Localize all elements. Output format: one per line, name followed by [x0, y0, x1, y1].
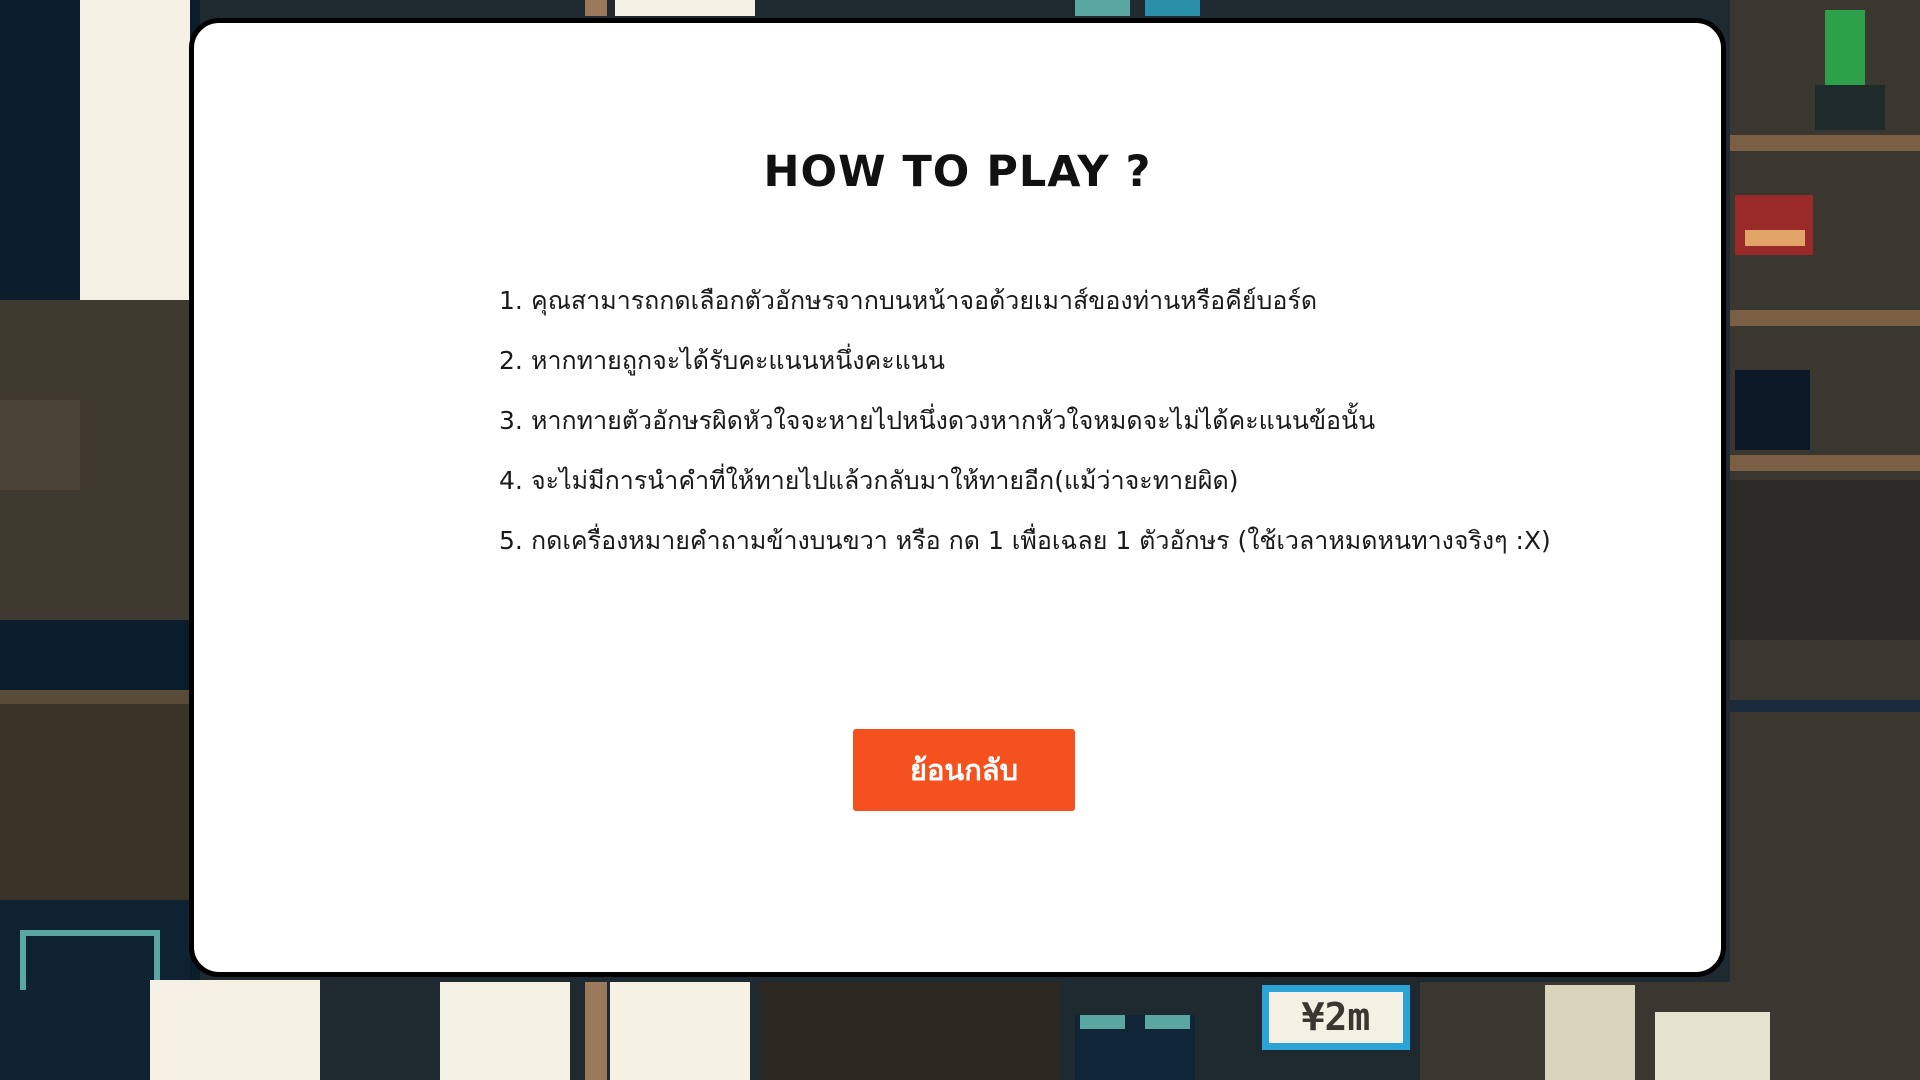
- shelf-plank-1: [1730, 135, 1920, 151]
- white-block-bottom-left: [150, 980, 320, 1080]
- how-to-play-dialog: HOW TO PLAY ? 1. คุณสามารถกดเลือกตัวอักษ…: [189, 18, 1726, 977]
- shelf-box-tan: [1745, 230, 1805, 246]
- top-white-panel: [615, 0, 755, 16]
- teal-stool-1: [1080, 1015, 1125, 1029]
- rules-list: 1. คุณสามารถกดเลือกตัวอักษรจากบนหน้าจอด้…: [499, 271, 1551, 571]
- rule-text: กดเครื่องหมายคำถามข้างบนขวา หรือ กด 1 เพ…: [531, 526, 1551, 555]
- rule-text: หากทายถูกจะได้รับคะแนนหนึ่งคะแนน: [531, 346, 945, 375]
- rule-text: จะไม่มีการนำคำที่ให้ทายไปแล้วกลับมาให้ทา…: [531, 466, 1239, 495]
- teal-rail-left: [20, 930, 160, 990]
- counter-right-stripe: [1730, 700, 1920, 712]
- shelf-plank-3: [1730, 455, 1920, 471]
- rule-number: 3.: [499, 406, 523, 435]
- counter-left-stripe: [0, 690, 190, 704]
- top-teal-tile-2: [1145, 0, 1200, 16]
- pixel-art-background: ¥2m HOW TO PLAY ? 1. คุณสามารถกดเลือกตัว…: [0, 0, 1920, 1080]
- plant-pot: [1815, 85, 1885, 130]
- rule-number: 4.: [499, 466, 523, 495]
- back-button[interactable]: ย้อนกลับ: [853, 729, 1075, 811]
- shelf-left-panel: [0, 400, 80, 490]
- teal-stool-2: [1145, 1015, 1190, 1029]
- shelf-box-red: [1735, 195, 1813, 255]
- bottom-wood-post: [585, 982, 607, 1080]
- rule-item: 4. จะไม่มีการนำคำที่ให้ทายไปแล้วกลับมาให…: [499, 451, 1551, 511]
- counter-right: [1730, 480, 1920, 640]
- top-wood-post: [585, 0, 607, 16]
- bottom-dark-shop: [760, 982, 1060, 1080]
- dialog-title: HOW TO PLAY ?: [763, 147, 1152, 197]
- price-sign-label: ¥2m: [1269, 992, 1403, 1043]
- bottom-right-poster: [1545, 985, 1635, 1080]
- bottom-right-sign: [1655, 1012, 1770, 1080]
- bottom-white-panel: [440, 982, 570, 1080]
- shelf-dark-box: [1735, 370, 1810, 450]
- rule-text: หากทายตัวอักษรผิดหัวใจจะหายไปหนึ่งดวงหาก…: [531, 406, 1376, 435]
- rule-item: 1. คุณสามารถกดเลือกตัวอักษรจากบนหน้าจอด้…: [499, 271, 1551, 331]
- price-sign: ¥2m: [1262, 985, 1410, 1050]
- bottom-white-panel-2: [610, 982, 750, 1080]
- rule-item: 3. หากทายตัวอักษรผิดหัวใจจะหายไปหนึ่งดวง…: [499, 391, 1551, 451]
- shelf-plank-2: [1730, 310, 1920, 326]
- rule-item: 5. กดเครื่องหมายคำถามข้างบนขวา หรือ กด 1…: [499, 511, 1551, 571]
- rule-number: 1.: [499, 286, 523, 315]
- white-wall-left: [80, 0, 190, 300]
- rule-text: คุณสามารถกดเลือกตัวอักษรจากบนหน้าจอด้วยเ…: [531, 286, 1318, 315]
- rule-item: 2. หากทายถูกจะได้รับคะแนนหนึ่งคะแนน: [499, 331, 1551, 391]
- rule-number: 5.: [499, 526, 523, 555]
- counter-left: [0, 700, 190, 900]
- top-teal-tile-1: [1075, 0, 1130, 16]
- rule-number: 2.: [499, 346, 523, 375]
- cactus-plant-icon: [1825, 10, 1865, 85]
